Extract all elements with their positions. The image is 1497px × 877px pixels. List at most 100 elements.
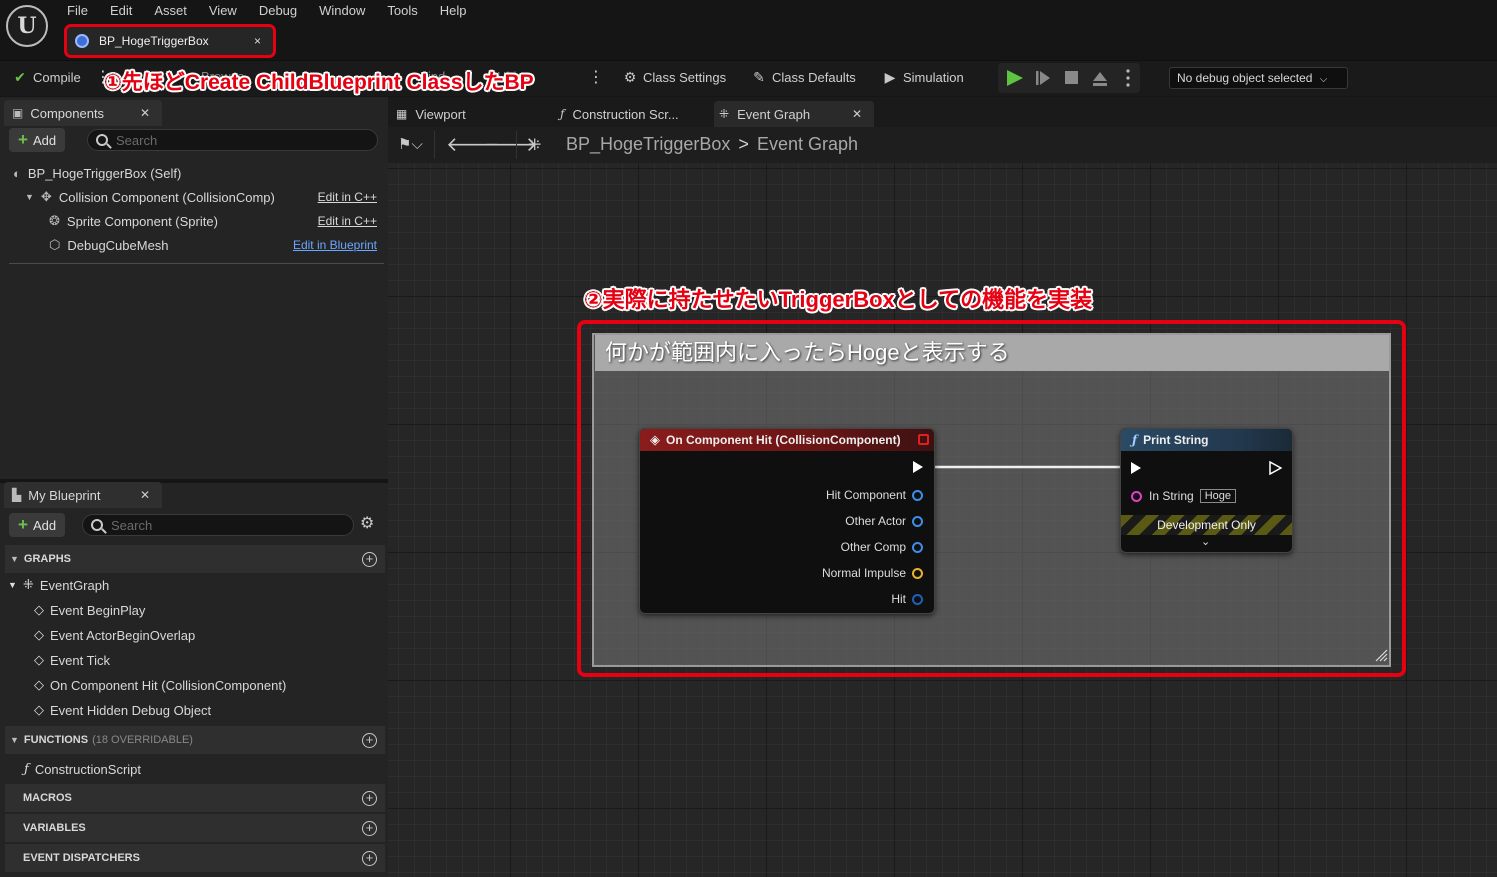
components-add-label: Add	[32, 132, 57, 148]
expand-arrow-icon[interactable]: ▼	[25, 192, 34, 202]
menu-edit[interactable]: Edit	[99, 3, 143, 21]
component-row-debugcube[interactable]: ⬡ DebugCubeMesh Edit in Blueprint	[0, 233, 388, 257]
close-tab-icon[interactable]: ×	[254, 34, 261, 48]
dispatchers-section-header[interactable]: EVENT DISPATCHERS +	[5, 844, 385, 872]
print-string-node[interactable]: ƒ Print String In String Hoge Developmen…	[1120, 428, 1293, 553]
menu-window[interactable]: Window	[308, 3, 376, 21]
menu-view[interactable]: View	[198, 3, 248, 21]
delegate-pin-icon[interactable]	[918, 434, 929, 445]
tab-event-graph-label: Event Graph	[737, 106, 811, 122]
exec-input-pin[interactable]	[1131, 462, 1141, 474]
class-settings-button[interactable]: ⚙ Class Settings	[622, 69, 726, 85]
add-graph-icon[interactable]: +	[362, 551, 377, 567]
resize-handle-icon[interactable]	[1374, 648, 1388, 662]
menu-help[interactable]: Help	[429, 3, 478, 21]
functions-section-header[interactable]: ▼ FUNCTIONS (18 OVERRIDABLE) +	[5, 726, 385, 754]
event-item[interactable]: ◇ Event ActorBeginOverlap	[34, 623, 195, 647]
event-diamond-icon: ◈	[650, 432, 660, 447]
vector-pin-icon	[912, 567, 923, 579]
my-blueprint-add-button[interactable]: + Add	[9, 513, 66, 537]
exec-pin-outline-icon	[1269, 461, 1282, 475]
my-blueprint-search-input[interactable]: Search	[82, 514, 354, 536]
close-my-blueprint-icon[interactable]: ✕	[140, 488, 150, 502]
function-icon: ƒ	[24, 761, 29, 777]
add-variable-icon[interactable]: +	[362, 820, 377, 836]
compile-label: Compile	[33, 69, 81, 85]
graphs-section-header[interactable]: ▼ GRAPHS +	[5, 545, 385, 573]
expand-arrow-icon[interactable]: ▼	[8, 580, 17, 590]
event-diamond-icon: ◇	[34, 702, 44, 717]
close-tab-icon[interactable]: ✕	[852, 107, 862, 121]
menu-debug[interactable]: Debug	[248, 3, 308, 21]
step-icon	[1040, 71, 1050, 85]
close-components-icon[interactable]: ✕	[140, 106, 150, 120]
tab-construction-script[interactable]: ƒ Construction Scr...	[560, 101, 710, 127]
tab-event-graph[interactable]: ⁜ Event Graph ✕	[714, 101, 874, 127]
macros-header-label: MACROS	[23, 792, 72, 804]
pin-other-comp[interactable]: Other Comp	[841, 540, 923, 554]
menu-file[interactable]: File	[56, 3, 99, 21]
exec-wire	[924, 465, 1132, 469]
comment-box-title[interactable]: 何かが範囲内に入ったらHogeと表示する	[595, 335, 1389, 371]
object-pin-icon	[912, 489, 923, 501]
pin-in-string[interactable]: In String Hoge	[1131, 489, 1236, 503]
exec-output-pin[interactable]	[913, 461, 923, 473]
collapse-arrow-icon: ▼	[10, 735, 19, 745]
event-item[interactable]: ◇ Event Tick	[34, 648, 110, 672]
edit-in-blueprint-link[interactable]: Edit in Blueprint	[293, 238, 377, 252]
breadcrumb-current: Event Graph	[756, 134, 858, 154]
components-tab-label: Components	[30, 105, 105, 121]
construction-script-item[interactable]: ƒ ConstructionScript	[24, 757, 141, 781]
object-pin-icon	[912, 515, 923, 527]
components-search-placeholder: Search	[116, 132, 158, 148]
edit-in-cpp-link[interactable]: Edit in C++	[318, 190, 377, 204]
variables-section-header[interactable]: VARIABLES +	[5, 814, 385, 842]
class-defaults-button[interactable]: ✎ Class Defaults	[751, 69, 856, 85]
menu-bar: File Edit Asset View Debug Window Tools …	[56, 3, 478, 21]
breadcrumb-root[interactable]: BP_HogeTriggerBox	[566, 134, 730, 155]
component-row-sprite[interactable]: ❂ Sprite Component (Sprite) Edit in C++	[0, 209, 388, 233]
components-search-input[interactable]: Search	[87, 129, 378, 151]
pin-hit-component[interactable]: Hit Component	[826, 488, 923, 502]
event-item[interactable]: ◇ Event Hidden Debug Object	[34, 698, 211, 722]
my-blueprint-tab[interactable]: ▙ My Blueprint ✕	[4, 482, 162, 508]
bookmark-icon[interactable]: ⚑⌵	[398, 135, 423, 153]
divider	[9, 263, 384, 264]
compile-button[interactable]: ✔ Compile	[12, 69, 81, 85]
components-add-button[interactable]: + Add	[9, 128, 66, 152]
component-row-self[interactable]: ◐ BP_HogeTriggerBox (Self)	[0, 161, 388, 185]
event-graph-icon: ⁜	[719, 107, 730, 121]
tab-viewport-label: Viewport	[415, 106, 466, 122]
pin-other-actor[interactable]: Other Actor	[845, 514, 923, 528]
event-item[interactable]: ◇ On Component Hit (CollisionComponent)	[34, 673, 286, 697]
breadcrumb-bar: ⚑⌵ 🡐 🡒 ⁜ BP_HogeTriggerBox > Event Graph	[388, 127, 1497, 163]
more-options-icon[interactable]: ⋮	[588, 70, 604, 86]
exec-output-pin[interactable]	[1269, 461, 1282, 475]
event-item[interactable]: ◇ Event BeginPlay	[34, 598, 145, 622]
event-diamond-icon: ◇	[34, 627, 44, 642]
menu-tools[interactable]: Tools	[376, 3, 428, 21]
add-dispatcher-icon[interactable]: +	[362, 850, 377, 866]
macros-section-header[interactable]: MACROS +	[5, 784, 385, 812]
expand-chevron-icon[interactable]: ⌄	[1201, 535, 1210, 548]
collapse-arrow-icon: ▼	[10, 554, 19, 564]
pin-normal-impulse[interactable]: Normal Impulse	[822, 566, 923, 580]
debug-object-select[interactable]: No debug object selected ⌵	[1169, 67, 1348, 89]
divider	[516, 131, 517, 159]
menu-asset[interactable]: Asset	[143, 3, 198, 21]
event-node-component-hit[interactable]: ◈ On Component Hit (CollisionComponent) …	[639, 428, 935, 614]
add-function-icon[interactable]: +	[362, 732, 377, 748]
add-macro-icon[interactable]: +	[362, 790, 377, 806]
pin-hit[interactable]: Hit	[891, 592, 923, 606]
settings-gear-icon[interactable]: ⚙	[360, 513, 374, 533]
in-string-value[interactable]: Hoge	[1199, 489, 1236, 503]
event-graph-item[interactable]: ▼ ⁜ EventGraph	[8, 573, 109, 597]
components-tab[interactable]: ▣ Components ✕	[4, 100, 162, 126]
annotation-2: ②実際に持たせたいTriggerBoxとしての機能を実装	[584, 287, 1093, 312]
document-tab[interactable]: BP_HogeTriggerBox ×	[64, 24, 276, 58]
edit-in-cpp-link[interactable]: Edit in C++	[318, 214, 377, 228]
simulation-button[interactable]: ▶ Simulation	[882, 69, 964, 85]
component-row-collision[interactable]: ▼ ✥ Collision Component (CollisionComp) …	[0, 185, 388, 209]
tab-viewport[interactable]: ▦ Viewport	[396, 101, 556, 127]
unreal-logo-icon[interactable]: U	[6, 5, 48, 47]
